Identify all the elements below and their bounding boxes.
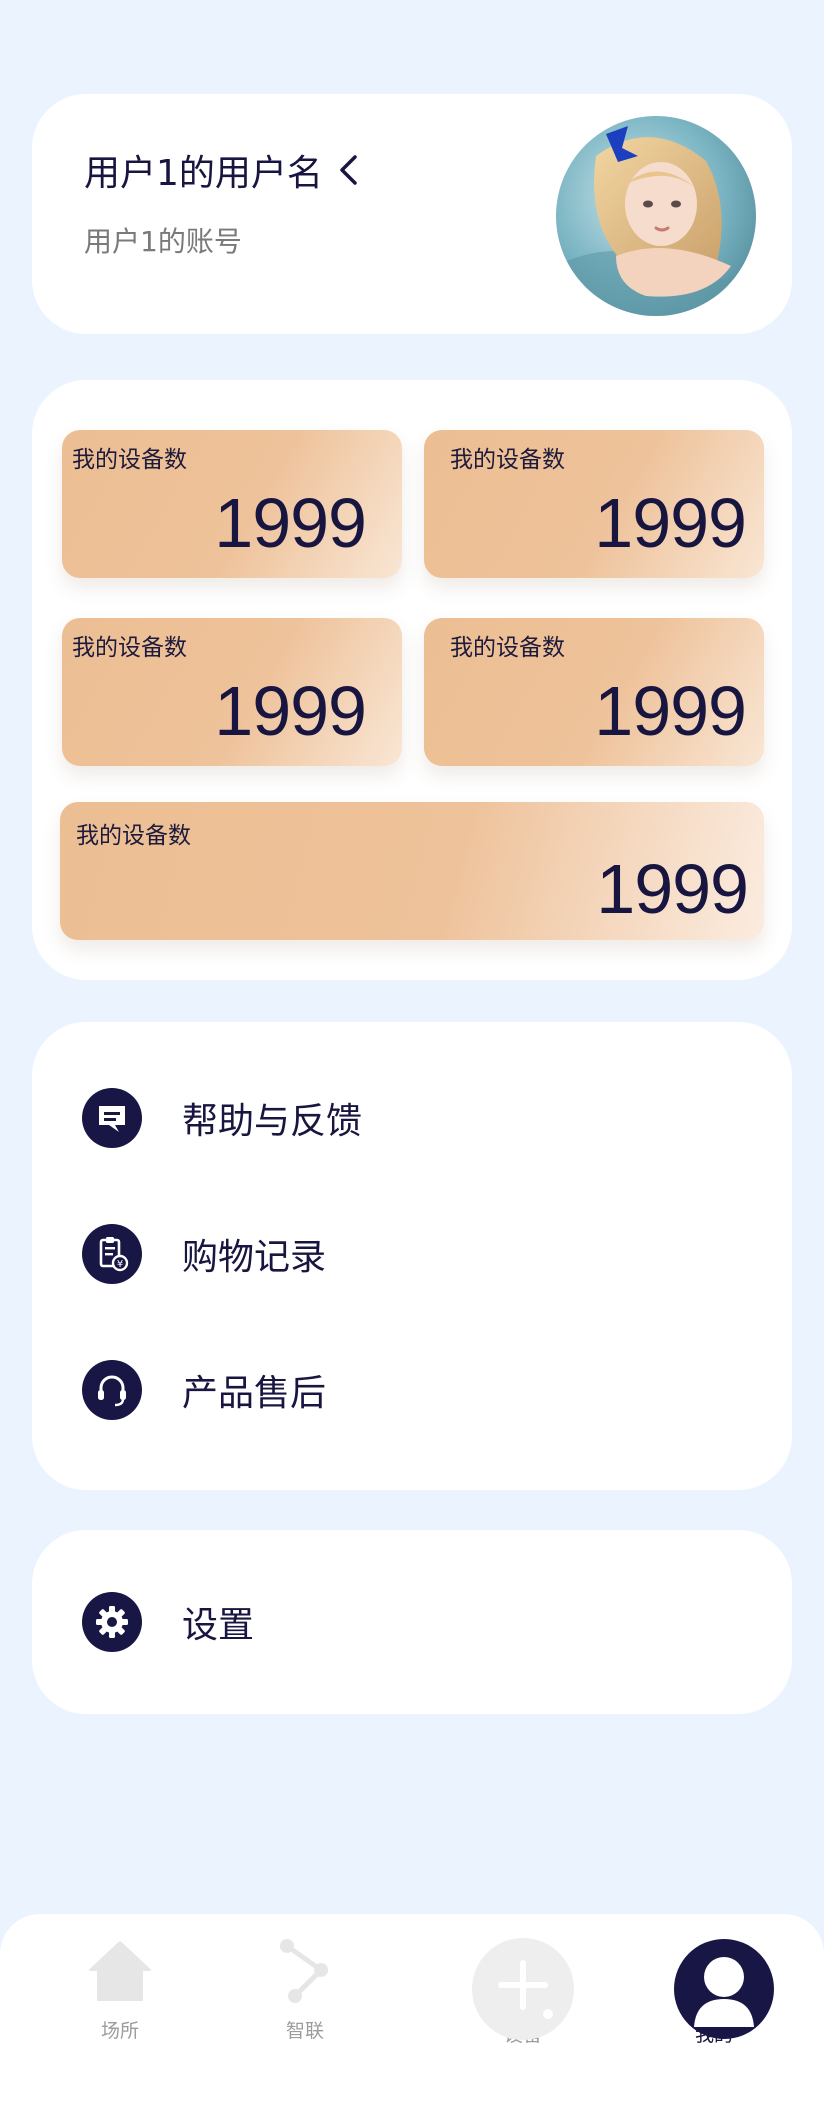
stat-value: 1999 — [594, 484, 747, 562]
add-icon — [498, 1960, 553, 2019]
menu-label: 设置 — [182, 1605, 255, 1646]
menu-item-after-sales[interactable]: 产品售后 — [82, 1360, 326, 1420]
stat-tile[interactable]: 我的设备数 1999 — [62, 618, 402, 766]
menu-label: 购物记录 — [182, 1237, 327, 1278]
settings-card: 设置 — [32, 1530, 792, 1714]
nav-item-connect[interactable]: 智联 — [245, 1938, 365, 2043]
menu-item-help-feedback[interactable]: 帮助与反馈 — [82, 1088, 362, 1148]
menu-item-shopping-records[interactable]: ¥ 购物记录 — [82, 1224, 326, 1284]
stat-value: 1999 — [214, 484, 367, 562]
device-stats-card: 我的设备数 1999 我的设备数 1999 我的设备数 1999 我的设备数 1… — [32, 380, 792, 980]
nav-label: 场所 — [100, 2020, 139, 2042]
user-icon — [694, 1957, 754, 2027]
stat-tile[interactable]: 我的设备数 1999 — [424, 618, 764, 766]
home-icon — [88, 1938, 152, 2008]
profile-card: 用户1的用户名 用户1的账号 — [32, 94, 792, 334]
nav-label: 智联 — [285, 2020, 324, 2042]
stat-label: 我的设备数 — [450, 447, 565, 473]
chevron-left-icon[interactable] — [337, 153, 359, 187]
stat-tile[interactable]: 我的设备数 1999 — [424, 430, 764, 578]
receipt-icon: ¥ — [82, 1224, 142, 1284]
menu-item-settings[interactable]: 设置 — [82, 1592, 254, 1652]
svg-text:¥: ¥ — [117, 1259, 123, 1270]
menu-label: 产品售后 — [182, 1373, 327, 1414]
avatar[interactable] — [556, 116, 756, 316]
headset-icon — [82, 1360, 142, 1420]
nav-item-mine[interactable] — [674, 1939, 774, 2039]
stat-value: 1999 — [596, 850, 749, 928]
nav-item-add-device[interactable] — [472, 1938, 574, 2040]
nav-item-places[interactable]: 场所 — [60, 1938, 180, 2043]
stat-label: 我的设备数 — [72, 635, 187, 661]
stat-value: 1999 — [594, 672, 747, 750]
stat-tile-wide[interactable]: 我的设备数 1999 — [60, 802, 764, 940]
stat-label: 我的设备数 — [72, 447, 187, 473]
stat-label: 我的设备数 — [450, 635, 565, 661]
stat-value: 1999 — [214, 672, 367, 750]
profile-username: 用户1的用户名 — [84, 153, 323, 194]
stat-tile[interactable]: 我的设备数 1999 — [62, 430, 402, 578]
profile-account: 用户1的账号 — [84, 225, 242, 258]
feedback-icon — [82, 1088, 142, 1148]
gear-icon — [82, 1592, 142, 1652]
menu-label: 帮助与反馈 — [182, 1101, 363, 1142]
bottom-nav: 场所 智联 设备 我的 — [0, 1914, 824, 2122]
connect-icon — [273, 1938, 337, 2008]
stat-label: 我的设备数 — [76, 823, 191, 849]
profile-name-row[interactable]: 用户1的用户名 — [84, 144, 359, 196]
avatar-image — [556, 116, 756, 316]
menu-card: 帮助与反馈 ¥ 购物记录 产品售后 — [32, 1022, 792, 1490]
